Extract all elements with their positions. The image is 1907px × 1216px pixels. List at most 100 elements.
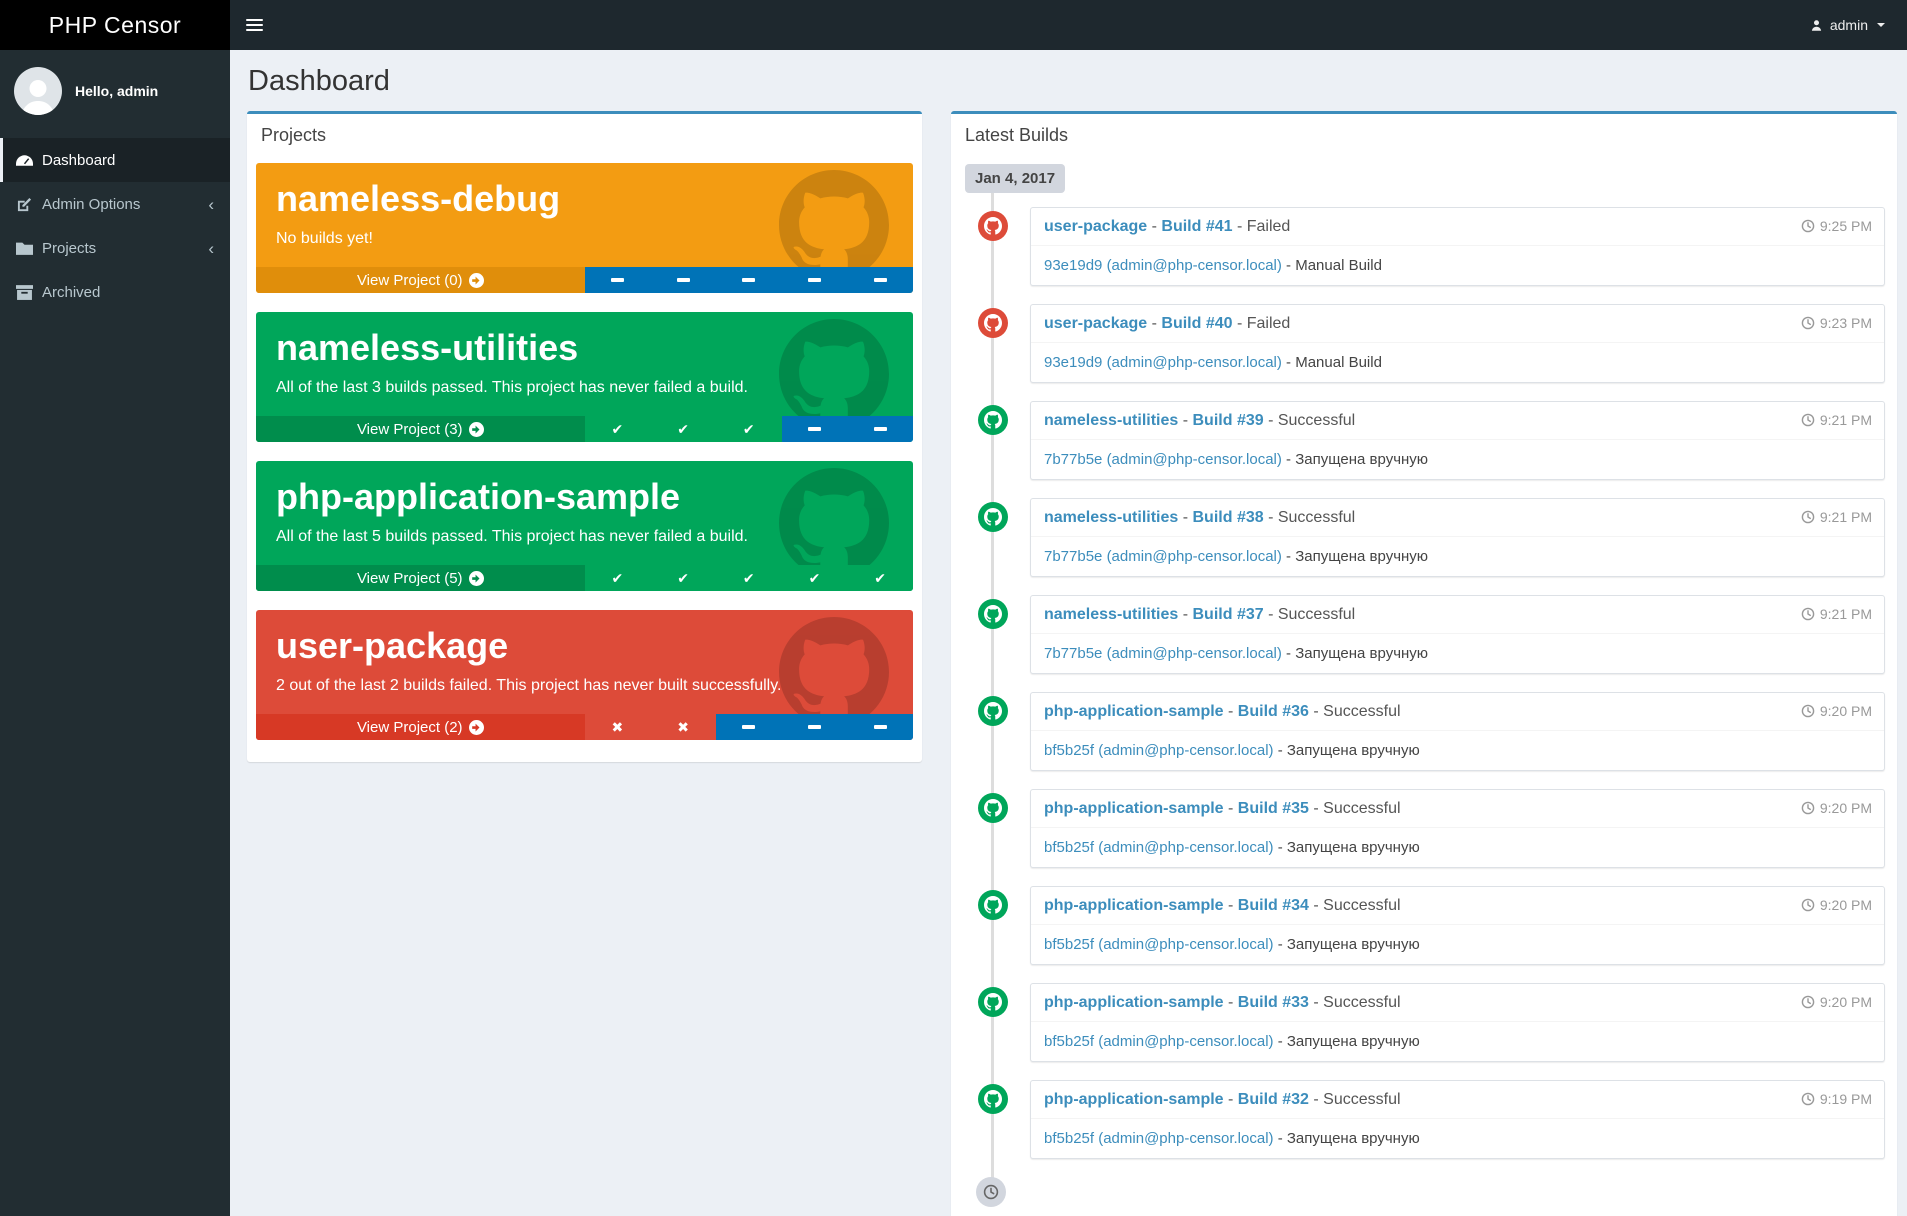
sidebar-toggle-button[interactable] xyxy=(230,0,278,50)
build-entry-box: php-application-sample - Build #33 - Suc… xyxy=(1030,983,1885,1062)
build-success-box[interactable]: ✔ xyxy=(584,565,651,591)
build-success-box[interactable]: ✔ xyxy=(715,416,782,442)
build-success-box[interactable]: ✔ xyxy=(781,565,848,591)
recent-builds-strip: ✔ ✔ ✔ xyxy=(584,416,913,442)
build-entry: php-application-sample - Build #33 - Suc… xyxy=(978,983,1885,1062)
build-entry-box: nameless-utilities - Build #38 - Success… xyxy=(1030,498,1885,577)
github-octocat-icon xyxy=(779,319,889,429)
chevron-left-icon xyxy=(208,240,214,257)
build-link[interactable]: Build #41 xyxy=(1161,218,1232,235)
commit-link[interactable]: bf5b25f (admin@php-censor.local) xyxy=(1044,839,1274,856)
commit-link[interactable]: 7b77b5e (admin@php-censor.local) xyxy=(1044,451,1282,468)
build-none-box[interactable] xyxy=(781,416,848,442)
project-link[interactable]: php-application-sample xyxy=(1044,800,1224,817)
build-none-box[interactable] xyxy=(715,714,782,740)
build-none-box[interactable] xyxy=(847,714,913,740)
sidebar-item-dashboard[interactable]: Dashboard xyxy=(0,138,230,182)
app-logo[interactable]: PHP Censor xyxy=(0,0,230,50)
view-project-button[interactable]: View Project (0) xyxy=(256,267,585,293)
build-none-box[interactable] xyxy=(847,416,913,442)
commit-link[interactable]: 93e19d9 (admin@php-censor.local) xyxy=(1044,354,1282,371)
build-success-box[interactable]: ✔ xyxy=(847,565,913,591)
separator: - xyxy=(1263,606,1278,623)
build-success-box[interactable]: ✔ xyxy=(650,565,716,591)
project-link[interactable]: nameless-utilities xyxy=(1044,606,1178,623)
sidebar-item-label: Archived xyxy=(42,283,101,301)
clock-icon xyxy=(1801,510,1815,524)
build-link[interactable]: Build #33 xyxy=(1238,994,1309,1011)
build-entry-body: bf5b25f (admin@php-censor.local) - Запущ… xyxy=(1031,828,1884,867)
build-failed-box[interactable]: ✖ xyxy=(584,714,651,740)
project-link[interactable]: user-package xyxy=(1044,315,1147,332)
build-link[interactable]: Build #40 xyxy=(1161,315,1232,332)
commit-link[interactable]: 93e19d9 (admin@php-censor.local) xyxy=(1044,257,1282,274)
build-none-box[interactable] xyxy=(781,714,848,740)
build-entry-header: php-application-sample - Build #32 - Suc… xyxy=(1031,1081,1884,1119)
view-project-button[interactable]: View Project (2) xyxy=(256,714,585,740)
user-dropdown[interactable]: admin xyxy=(1788,0,1907,50)
build-success-box[interactable]: ✔ xyxy=(650,416,716,442)
project-link[interactable]: user-package xyxy=(1044,218,1147,235)
build-none-box[interactable] xyxy=(781,267,848,293)
latest-builds-title: Latest Builds xyxy=(965,125,1069,145)
sidebar-item-projects[interactable]: Projects xyxy=(0,226,230,270)
project-link[interactable]: php-application-sample xyxy=(1044,1091,1224,1108)
build-time-text: 9:20 PM xyxy=(1819,897,1872,913)
build-success-box[interactable]: ✔ xyxy=(584,416,651,442)
build-status-octocat-icon xyxy=(978,793,1008,823)
project-link[interactable]: nameless-utilities xyxy=(1044,412,1178,429)
sidebar-item-archived[interactable]: Archived xyxy=(0,270,230,314)
build-entry-box: php-application-sample - Build #36 - Suc… xyxy=(1030,692,1885,771)
project-card: php-application-sample All of the last 5… xyxy=(256,461,913,591)
project-link[interactable]: php-application-sample xyxy=(1044,703,1224,720)
project-link[interactable]: php-application-sample xyxy=(1044,994,1224,1011)
separator: - xyxy=(1232,315,1247,332)
commit-link[interactable]: 7b77b5e (admin@php-censor.local) xyxy=(1044,548,1282,565)
commit-link[interactable]: bf5b25f (admin@php-censor.local) xyxy=(1044,1033,1274,1050)
commit-link[interactable]: bf5b25f (admin@php-censor.local) xyxy=(1044,936,1274,953)
sidebar-item-label: Admin Options xyxy=(42,195,141,213)
commit-link[interactable]: bf5b25f (admin@php-censor.local) xyxy=(1044,1130,1274,1147)
build-none-box[interactable] xyxy=(650,267,716,293)
build-entry-body: 7b77b5e (admin@php-censor.local) - Запущ… xyxy=(1031,634,1884,673)
view-project-label: View Project (3) xyxy=(356,420,463,438)
sidebar-item-admin-options[interactable]: Admin Options xyxy=(0,182,230,226)
build-entry: nameless-utilities - Build #37 - Success… xyxy=(978,595,1885,674)
github-octocat-icon xyxy=(779,468,889,578)
view-project-button[interactable]: View Project (5) xyxy=(256,565,585,591)
commit-link[interactable]: bf5b25f (admin@php-censor.local) xyxy=(1044,742,1274,759)
build-link[interactable]: Build #36 xyxy=(1238,703,1309,720)
clock-icon xyxy=(1801,1092,1815,1106)
commit-link[interactable]: 7b77b5e (admin@php-censor.local) xyxy=(1044,645,1282,662)
build-success-box[interactable]: ✔ xyxy=(715,565,782,591)
project-link[interactable]: php-application-sample xyxy=(1044,897,1224,914)
build-link[interactable]: Build #38 xyxy=(1193,509,1264,526)
clock-icon xyxy=(1801,316,1815,330)
separator: - xyxy=(1281,451,1296,468)
build-none-box[interactable] xyxy=(584,267,651,293)
build-entry: user-package - Build #41 - Failed 9:25 P… xyxy=(978,207,1885,286)
build-none-box[interactable] xyxy=(715,267,782,293)
build-link[interactable]: Build #37 xyxy=(1193,606,1264,623)
separator: - xyxy=(1273,1033,1287,1050)
project-link[interactable]: nameless-utilities xyxy=(1044,509,1178,526)
build-link[interactable]: Build #39 xyxy=(1193,412,1264,429)
view-project-button[interactable]: View Project (3) xyxy=(256,416,585,442)
clock-icon xyxy=(1801,704,1815,718)
github-octocat-icon xyxy=(779,170,889,280)
build-link[interactable]: Build #35 xyxy=(1238,800,1309,817)
build-link[interactable]: Build #32 xyxy=(1238,1091,1309,1108)
build-none-box[interactable] xyxy=(847,267,913,293)
build-link[interactable]: Build #34 xyxy=(1238,897,1309,914)
build-entry-body: 7b77b5e (admin@php-censor.local) - Запущ… xyxy=(1031,440,1884,479)
build-entry-body: bf5b25f (admin@php-censor.local) - Запущ… xyxy=(1031,731,1884,770)
builds-timeline: Jan 4, 2017 user-package - Build #41 - F… xyxy=(951,154,1897,1216)
build-message: Запущена вручную xyxy=(1295,645,1429,662)
project-card-footer: View Project (2) ✖ ✖ xyxy=(256,714,913,740)
separator: - xyxy=(1281,354,1296,371)
separator: - xyxy=(1223,1091,1238,1108)
arrow-circle-right-icon xyxy=(468,570,484,586)
build-failed-box[interactable]: ✖ xyxy=(650,714,716,740)
build-entry-body: bf5b25f (admin@php-censor.local) - Запущ… xyxy=(1031,1119,1884,1158)
build-status-text: Successful xyxy=(1323,994,1401,1011)
